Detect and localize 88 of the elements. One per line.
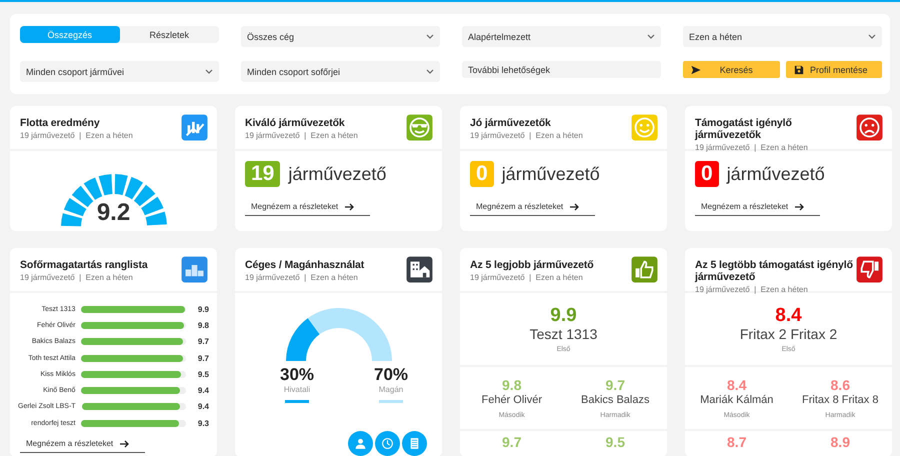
arrow-icon	[569, 202, 580, 210]
card-title: Támogatást igénylő járművezetők	[695, 117, 793, 141]
card-title: Sofőrmagatartás ranglista	[20, 259, 148, 271]
score-value: 9.7	[196, 354, 209, 363]
card-subtitle: 19 járművezető | Ezen a héten	[470, 131, 583, 140]
dropdown[interactable]: Ezen a héten	[683, 26, 882, 47]
arrow-icon	[344, 202, 354, 210]
count-label: járművezető	[288, 164, 386, 184]
score-value: 9.8	[196, 320, 209, 330]
dropdown[interactable]: Alapértelmezett	[462, 26, 661, 47]
driver-name: Teszt 1313	[530, 326, 598, 342]
driver-name: Fritax 8 Fritax 8	[802, 392, 878, 406]
score-value: 9.4	[196, 386, 209, 396]
card-subtitle: 19 járművezető | Ezen a héten	[20, 273, 134, 282]
driver-score: 8.4	[727, 378, 746, 392]
clock-icon	[381, 437, 394, 450]
share-label: Hivatali	[284, 385, 310, 394]
card-subtitle: 19 járművezető | Ezen a héten	[695, 143, 809, 152]
count-label: járművezető	[502, 164, 600, 184]
arrow-icon	[794, 202, 804, 210]
search-button[interactable]: Keresés	[683, 61, 780, 78]
thumbs-up-icon	[631, 256, 658, 283]
round-button[interactable]	[375, 431, 400, 456]
driver-score: 8.6	[830, 378, 850, 392]
driver-score: 9.5	[606, 435, 625, 450]
driver-name: Fehér Olivér	[481, 392, 542, 406]
dropdown[interactable]: Minden csoport sofőrjei	[241, 61, 440, 82]
card-subtitle: 19 járművezető | Ezen a héten	[470, 273, 584, 282]
arrow-icon	[119, 440, 130, 448]
leader-score: 8.4	[775, 305, 802, 326]
driver-score: 9.8	[502, 378, 522, 392]
card-subtitle: 19 járművezető | Ezen a héten	[695, 285, 809, 294]
dropdown[interactable]: Összes cég	[241, 26, 440, 47]
card-title: Jó járművezetők	[470, 117, 552, 129]
details-link[interactable]: Megnézem a részleteket	[245, 200, 370, 216]
chevron-icon	[426, 69, 434, 74]
chevron-icon	[205, 69, 213, 74]
buildings-icon	[406, 256, 433, 283]
driver-score: 8.7	[727, 435, 746, 450]
driver-name: Bakics Balazs	[581, 392, 650, 406]
driver-name: Mariák Kálmán	[700, 392, 774, 406]
count-badge: 19	[245, 161, 280, 187]
share-percent: 30%	[280, 365, 314, 385]
smiley-icon	[631, 114, 658, 141]
score-value: 9.2	[96, 199, 132, 227]
count-label: járművezető	[726, 164, 825, 184]
score-value: 9.9	[196, 304, 209, 314]
podium-icon	[181, 256, 208, 283]
sunglasses-face-icon	[406, 114, 433, 141]
thumbs-down-icon	[856, 256, 883, 283]
details-link[interactable]: Megnézem a részleteket	[470, 200, 596, 216]
driver-score: 9.7	[502, 435, 522, 450]
round-button[interactable]	[402, 431, 427, 456]
count-badge: 0	[695, 161, 719, 187]
save-icon	[794, 64, 804, 74]
card-title: Az 5 legjobb járművezető	[470, 259, 594, 271]
chevron-icon	[647, 34, 655, 39]
share-percent: 70%	[374, 365, 408, 385]
count-badge: 0	[470, 161, 494, 187]
score-value: 9.7	[196, 337, 209, 346]
share-label: Magán	[378, 385, 404, 394]
details-link[interactable]: Megnézem a részleteket	[695, 200, 820, 216]
person-icon	[354, 437, 367, 450]
calculator-icon	[408, 437, 421, 450]
score-value: 9.4	[196, 402, 209, 412]
card-subtitle: 19 járművezető | Ezen a héten	[245, 273, 359, 282]
driver-name: Fritax 2 Fritax 2	[740, 326, 838, 342]
driver-score: 8.9	[830, 435, 850, 450]
options-field[interactable]: További lehetőségek	[462, 61, 661, 78]
score-value: 9.3	[196, 418, 209, 428]
chevron-icon	[426, 34, 434, 39]
round-button[interactable]	[348, 431, 373, 456]
card-title: Flotta eredmény	[20, 117, 101, 129]
card-subtitle: 19 járművezető | Ezen a héten	[245, 131, 358, 140]
card-subtitle: 19 járművezető | Ezen a héten	[20, 131, 133, 140]
save-button[interactable]: Profil mentése	[786, 61, 882, 78]
card-title: Céges / Magánhasználat	[245, 259, 364, 271]
details-link[interactable]: Megnézem a részleteket	[20, 437, 146, 454]
card-title: Az 5 legtöbb támogatást igénylő járművezető	[695, 259, 854, 283]
send-icon	[691, 64, 701, 74]
chart-icon	[181, 114, 208, 141]
chevron-icon	[868, 34, 876, 39]
dropdown[interactable]: Minden csoport járművei	[20, 61, 219, 82]
score-value: 9.5	[196, 370, 209, 379]
card-title: Kiváló járművezetők	[245, 117, 346, 129]
sad-face-icon	[856, 114, 883, 141]
leader-score: 9.9	[550, 305, 577, 326]
driver-score: 9.7	[606, 378, 625, 392]
